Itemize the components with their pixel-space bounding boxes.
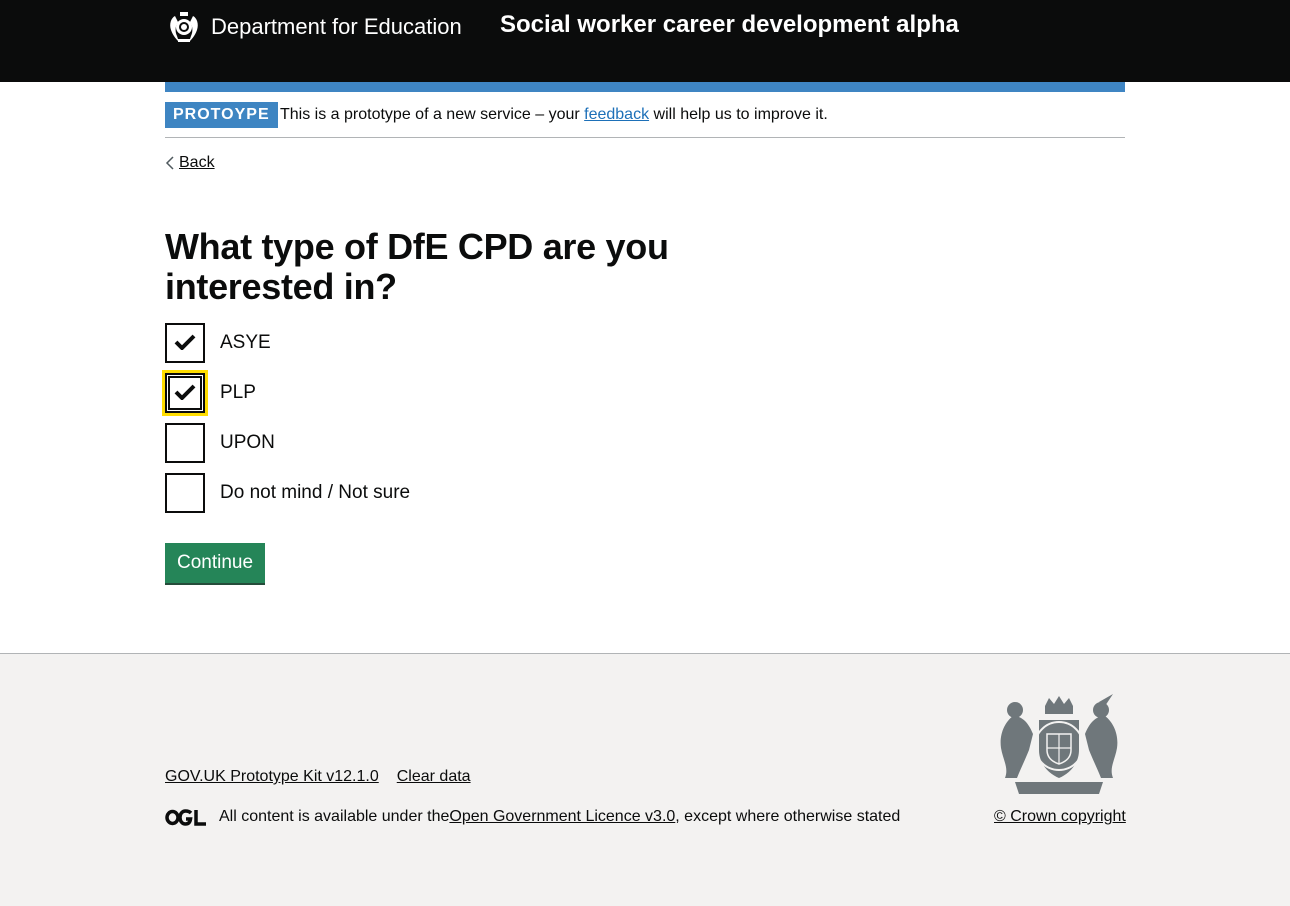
crest-icon bbox=[170, 12, 198, 42]
licence-text-after: , except where otherwise stated bbox=[675, 808, 901, 825]
feedback-link[interactable]: feedback bbox=[584, 106, 649, 123]
checkbox-label-not-sure[interactable]: Do not mind / Not sure bbox=[220, 481, 410, 505]
header-logo-link[interactable]: Department for Education bbox=[165, 10, 462, 44]
checkbox-item-not-sure[interactable]: Do not mind / Not sure bbox=[165, 473, 410, 513]
site-header: Department for Education Social worker c… bbox=[0, 0, 1290, 82]
checkbox-item-plp[interactable]: PLP bbox=[165, 373, 256, 413]
back-link[interactable]: Back bbox=[165, 153, 215, 173]
licence-link[interactable]: Open Government Licence v3.0 bbox=[449, 807, 675, 827]
footer-link-clear-data[interactable]: Clear data bbox=[397, 767, 471, 787]
phase-tag: PROTOYPE bbox=[165, 102, 278, 128]
page-title: What type of DfE CPD are you interested … bbox=[165, 226, 669, 307]
checkbox-not-sure[interactable] bbox=[165, 473, 205, 513]
phase-banner: PROTOYPE This is a prototype of a new se… bbox=[165, 92, 1125, 138]
check-icon bbox=[174, 384, 196, 400]
checkbox-item-asye[interactable]: ASYE bbox=[165, 323, 271, 363]
licence-row: All content is available under the Open … bbox=[165, 807, 900, 827]
checkbox-upon[interactable] bbox=[165, 423, 205, 463]
checkbox-plp[interactable] bbox=[165, 373, 205, 413]
checkbox-label-upon[interactable]: UPON bbox=[220, 431, 275, 455]
crown-copyright-link[interactable]: © Crown copyright bbox=[994, 807, 1126, 827]
phase-banner-text: This is a prototype of a new service – y… bbox=[280, 104, 828, 126]
header-blue-bar bbox=[165, 82, 1125, 92]
checkbox-label-asye[interactable]: ASYE bbox=[220, 331, 271, 355]
licence-text-before: All content is available under the bbox=[219, 808, 450, 825]
phase-text-before: This is a prototype of a new service – y… bbox=[280, 106, 585, 123]
site-footer: GOV.UK Prototype Kit v12.1.0 Clear data … bbox=[0, 653, 1290, 906]
footer-link-prototype-kit[interactable]: GOV.UK Prototype Kit v12.1.0 bbox=[165, 767, 379, 787]
back-link-label: Back bbox=[179, 154, 215, 171]
service-name-link[interactable]: Social worker career development alpha bbox=[500, 10, 959, 40]
chevron-left-icon bbox=[165, 156, 174, 170]
checkbox-label-plp[interactable]: PLP bbox=[220, 381, 256, 405]
phase-text-after: will help us to improve it. bbox=[649, 106, 828, 123]
ogl-icon bbox=[165, 808, 206, 826]
continue-button[interactable]: Continue bbox=[165, 543, 266, 583]
check-icon bbox=[174, 334, 196, 350]
checkbox-asye[interactable] bbox=[165, 323, 205, 363]
checkbox-item-upon[interactable]: UPON bbox=[165, 423, 275, 463]
footer-links: GOV.UK Prototype Kit v12.1.0 Clear data bbox=[165, 767, 471, 787]
logo-text: Department for Education bbox=[211, 14, 462, 39]
royal-arms-icon bbox=[1000, 694, 1118, 794]
